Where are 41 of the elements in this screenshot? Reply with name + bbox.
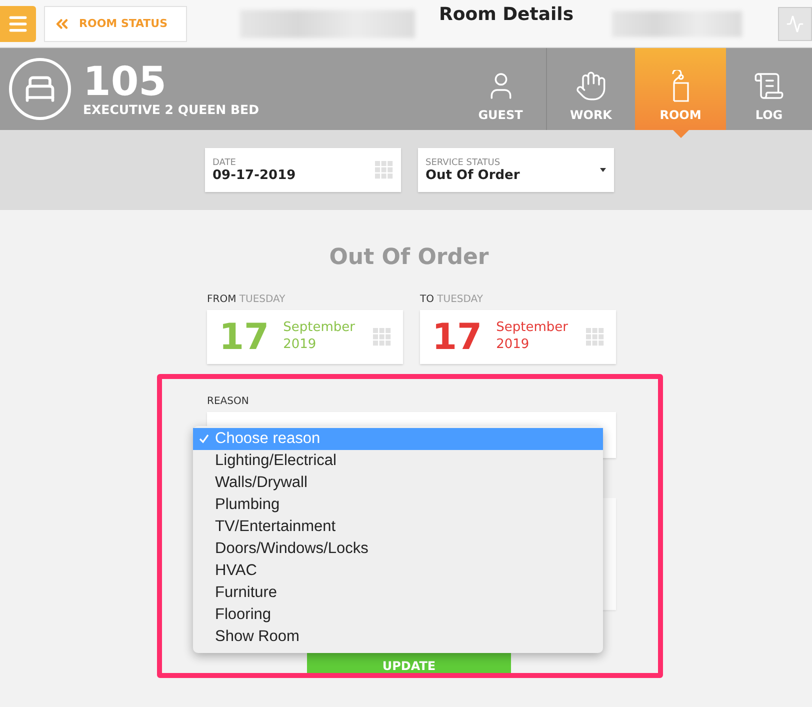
day-number: 17 xyxy=(432,316,482,358)
field-label: SERVICE STATUS xyxy=(426,158,502,168)
dropdown-option[interactable]: HVAC xyxy=(193,560,603,582)
dropdown-option[interactable]: Walls/Drywall xyxy=(193,472,603,494)
year: 2019 xyxy=(283,337,318,354)
dropdown-option[interactable]: Show Room xyxy=(193,626,603,648)
day-number: 17 xyxy=(219,316,270,358)
scroll-icon xyxy=(753,70,785,102)
calendar-icon[interactable] xyxy=(373,328,391,346)
dropdown-option[interactable]: Plumbing xyxy=(193,494,603,516)
room-number: 105 xyxy=(83,62,168,102)
date-field[interactable]: DATE 09-17-2019 xyxy=(204,148,400,192)
month: September xyxy=(496,320,569,337)
hand-icon xyxy=(575,70,607,102)
room-type: EXECUTIVE 2 QUEEN BED xyxy=(83,102,259,116)
page-title: Room Details xyxy=(439,3,574,25)
date-label: FROM TUESDAY xyxy=(207,294,286,305)
month: September xyxy=(283,320,356,337)
date-label: TO TUESDAY xyxy=(420,294,484,305)
dropdown-option[interactable]: Doors/Windows/Locks xyxy=(193,538,603,560)
check-icon xyxy=(199,434,209,444)
dropdown-option[interactable]: Flooring xyxy=(193,604,603,626)
reason-label: REASON xyxy=(207,396,250,407)
year: 2019 xyxy=(496,337,530,354)
field-label: DATE xyxy=(212,158,237,168)
menu-button[interactable] xyxy=(0,6,36,42)
dropdown-option[interactable]: Furniture xyxy=(193,582,603,604)
calendar-icon[interactable] xyxy=(374,161,392,179)
activity-icon xyxy=(786,14,804,32)
calendar-icon[interactable] xyxy=(586,328,604,346)
dropdown-option[interactable]: TV/Entertainment xyxy=(193,516,603,538)
date-picker[interactable]: 17 September 2019 xyxy=(420,310,616,364)
activity-button[interactable] xyxy=(778,6,812,40)
section-title: Out Of Order xyxy=(328,245,490,270)
door-hanger-icon xyxy=(670,70,692,102)
dropdown-option[interactable]: Lighting/Electrical xyxy=(193,450,603,472)
field-value: 09-17-2019 xyxy=(212,168,296,182)
bed-icon xyxy=(9,58,71,120)
field-value: Out Of Order xyxy=(426,168,520,182)
service-status-select[interactable]: SERVICE STATUS Out Of Order xyxy=(418,148,614,192)
dropdown-arrow-icon xyxy=(600,168,606,172)
